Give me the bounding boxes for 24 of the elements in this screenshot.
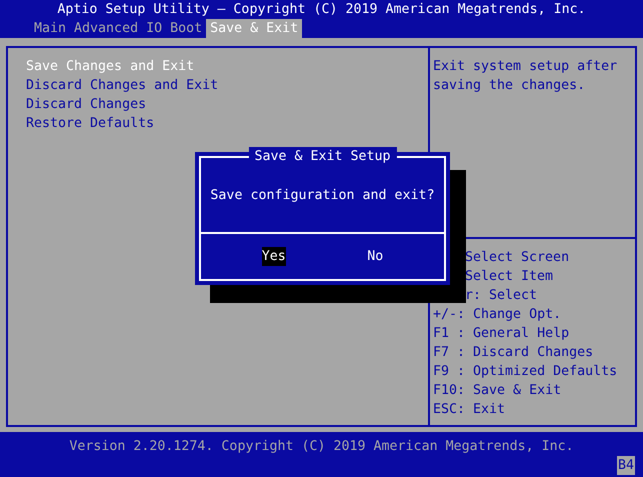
- dialog-message: Save configuration and exit?: [210, 186, 435, 204]
- key-help: r: Select: [464, 287, 538, 305]
- key-help: F10: Save & Exit: [433, 382, 562, 400]
- version-text: Version 2.20.1274. Copyright (C) 2019 American Megatrends, Inc.: [69, 438, 574, 456]
- tab[interactable]: Advanced: [70, 19, 142, 38]
- key-help: Select Screen: [464, 249, 570, 267]
- key-help: +/-: Change Opt.: [433, 306, 562, 324]
- menu-item[interactable]: Discard Changes: [26, 95, 146, 114]
- status-code: B4: [616, 456, 635, 475]
- key-help: F7 : Discard Changes: [433, 344, 594, 362]
- key-help: ESC: Exit: [433, 401, 506, 419]
- tab[interactable]: Main: [30, 19, 70, 38]
- menu-item[interactable]: Discard Changes and Exit: [26, 76, 218, 95]
- window-title: Aptio Setup Utility – Copyright (C) 2019 American Megatrends, Inc.: [57, 1, 586, 19]
- tab[interactable]: Boot: [166, 19, 206, 38]
- dialog-button[interactable]: Yes: [262, 247, 286, 266]
- dialog-title: Save & Exit Setup: [248, 147, 397, 166]
- tab[interactable]: IO: [142, 19, 166, 38]
- help-description: Exit system setup after saving the changes.: [433, 58, 618, 95]
- dialog-button[interactable]: No: [367, 247, 384, 266]
- key-help: Select Item: [464, 268, 554, 286]
- key-help: F1 : General Help: [433, 325, 570, 343]
- key-help: F9 : Optimized Defaults: [433, 363, 618, 381]
- menu-item[interactable]: Restore Defaults: [26, 114, 154, 133]
